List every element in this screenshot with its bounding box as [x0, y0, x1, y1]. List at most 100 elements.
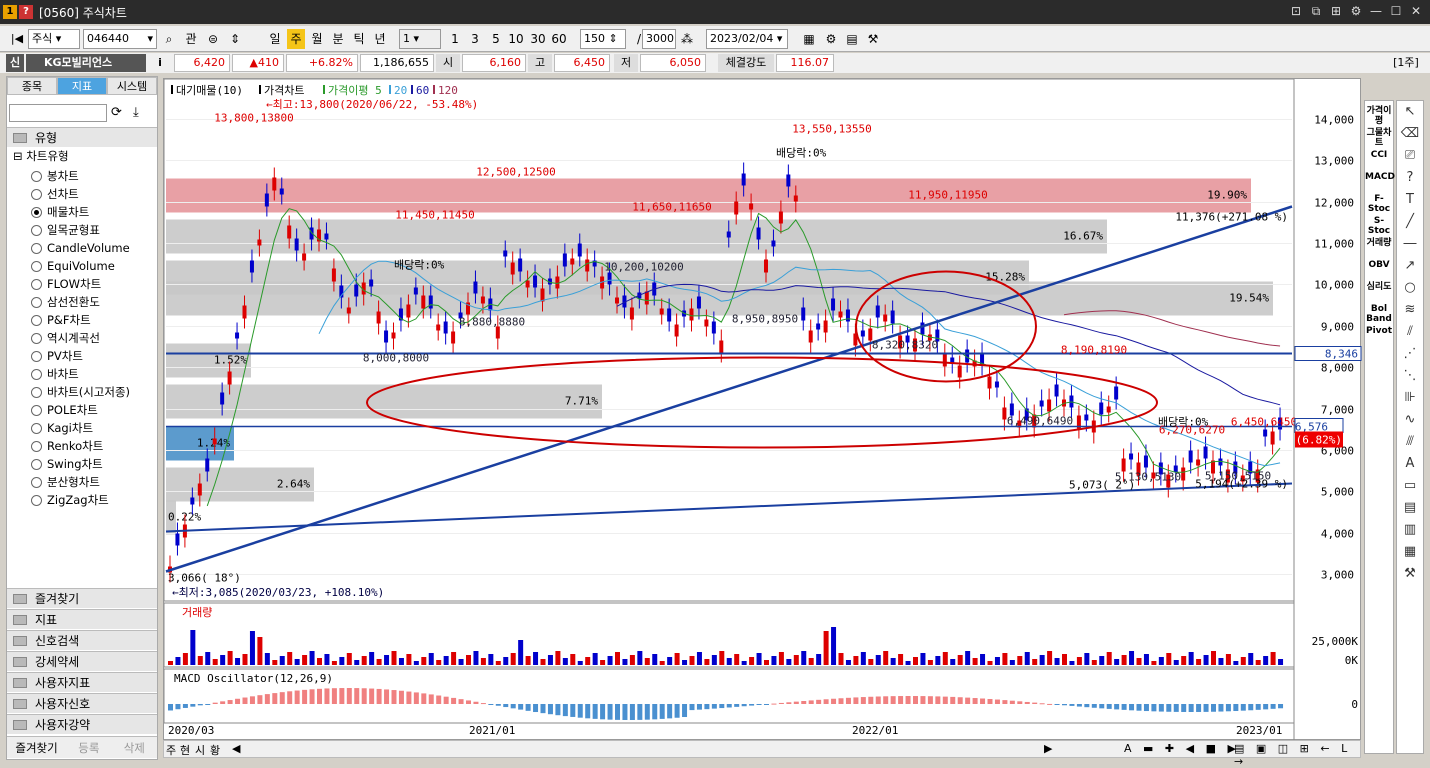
indicator-tool-8[interactable]: 심리도	[1365, 281, 1393, 303]
chart-type-item[interactable]: 역시계곡선	[31, 329, 100, 347]
info-icon[interactable]: i	[154, 54, 166, 72]
wave-icon[interactable]: ∿	[1397, 409, 1423, 431]
settings-icon[interactable]: ⚙	[822, 29, 840, 49]
quick-30[interactable]: 30	[529, 29, 547, 49]
line-icon[interactable]: ╱	[1397, 211, 1423, 233]
interval-select[interactable]: 1 ▾	[399, 29, 441, 49]
app-badge-help[interactable]: ?	[19, 5, 33, 19]
chart-type-item[interactable]: 매물차트	[31, 203, 89, 221]
period-year[interactable]: 년	[371, 29, 389, 49]
indicator-tool-0[interactable]: 가격이평	[1365, 105, 1393, 127]
delete-button[interactable]: 삭제	[112, 737, 157, 758]
chart-type-item[interactable]: CandleVolume	[31, 239, 130, 257]
zoom-controls[interactable]: A ▬ ✚ ◀ ■ ▶	[1124, 742, 1240, 755]
chart-area[interactable]: 19.90%16.67%15.28%19.54%7.71%1.24%2.64%1…	[163, 78, 1362, 741]
minimize-button[interactable]: —	[1368, 3, 1384, 19]
indicator-tool-2[interactable]: CCI	[1365, 149, 1393, 171]
maximize-button[interactable]: ☐	[1388, 3, 1404, 19]
chart-type-item[interactable]: FLOW차트	[31, 275, 101, 293]
chart-type-item[interactable]: 선차트	[31, 185, 79, 203]
chart-icon[interactable]: ▦	[800, 29, 818, 49]
chart-type-item[interactable]: 일목균형표	[31, 221, 100, 239]
bottom-tab-2[interactable]: 시	[195, 742, 205, 758]
refresh-icon[interactable]: ⟳	[111, 105, 122, 120]
gwan-button[interactable]: 관	[182, 29, 200, 49]
copy-icon[interactable]: ⧉	[1308, 3, 1324, 19]
download-icon[interactable]: ⤓	[133, 105, 139, 120]
quick-10[interactable]: 10	[507, 29, 525, 49]
cursor-icon[interactable]: ↖	[1397, 101, 1423, 123]
indicator-tool-9[interactable]: Bol Band	[1365, 303, 1393, 325]
chart-type-item[interactable]: 바차트(시고저종)	[31, 383, 130, 401]
period-week[interactable]: 주	[287, 29, 305, 49]
indicator-tool-5[interactable]: S-Stoc	[1365, 215, 1393, 237]
tab-system[interactable]: 시스템	[107, 77, 157, 95]
section-6[interactable]: 사용자강약	[7, 714, 157, 734]
cycle-icon[interactable]: ⊪	[1397, 387, 1423, 409]
circle-icon[interactable]: ○	[1397, 277, 1423, 299]
dw-icon[interactable]: ▦	[1397, 541, 1423, 563]
chart-type-item[interactable]: PV차트	[31, 347, 83, 365]
sync-icon[interactable]: ⊜	[204, 29, 222, 49]
stock-code-input[interactable]: 046440 ▾	[83, 29, 157, 49]
scroll-left-icon[interactable]: ◀	[232, 742, 240, 755]
period-tick[interactable]: 틱	[350, 29, 368, 49]
link-icon[interactable]: ⊡	[1288, 3, 1304, 19]
section-3[interactable]: 강세약세	[7, 651, 157, 671]
fibo-icon[interactable]: ≋	[1397, 299, 1423, 321]
price-panel[interactable]	[163, 78, 1295, 602]
section-4[interactable]: 사용자지표	[7, 672, 157, 692]
quick-1[interactable]: 1	[446, 29, 464, 49]
register-button[interactable]: 등록	[66, 737, 111, 758]
view-controls[interactable]: ▤ ▣ ◫ ⊞ ← L →	[1234, 742, 1360, 768]
updown-icon[interactable]: ⇕	[226, 29, 244, 49]
section-2[interactable]: 신호검색	[7, 630, 157, 650]
period-day[interactable]: 일	[266, 29, 284, 49]
count-input[interactable]: 150 ⇕	[580, 29, 626, 49]
chart-type-item[interactable]: 봉차트	[31, 167, 79, 185]
tools-icon[interactable]: ⚒	[864, 29, 882, 49]
indicator-tool-7[interactable]: OBV	[1365, 259, 1393, 281]
indicator-tool-3[interactable]: MACD	[1365, 171, 1395, 193]
quick-3[interactable]: 3	[466, 29, 484, 49]
bottom-tab-0[interactable]: 주	[166, 742, 176, 758]
favorites-button[interactable]: 즐겨찾기	[7, 737, 66, 758]
chart-type-item[interactable]: ZigZag차트	[31, 491, 109, 509]
chart-type-item[interactable]: Renko차트	[31, 437, 103, 455]
chart-type-item[interactable]: Swing차트	[31, 455, 103, 473]
text-icon[interactable]: T	[1397, 189, 1423, 211]
section-0[interactable]: 즐겨찾기	[7, 588, 157, 608]
indicator-search-input[interactable]	[9, 104, 107, 122]
help-icon[interactable]: ?	[1397, 167, 1423, 189]
save-icon[interactable]: ▤	[843, 29, 861, 49]
section-1[interactable]: 지표	[7, 609, 157, 629]
period-month[interactable]: 월	[308, 29, 326, 49]
chart-type-item[interactable]: 바차트	[31, 365, 79, 383]
gear-icon[interactable]: ⚙	[1348, 3, 1364, 19]
bottom-tab-3[interactable]: 황	[210, 742, 220, 758]
chart-type-item[interactable]: POLE차트	[31, 401, 98, 419]
all-icon[interactable]: ⎚	[1397, 145, 1423, 167]
tree-root[interactable]: ⊟ 차트유형	[13, 148, 69, 164]
total-input[interactable]: 3000	[642, 29, 676, 49]
section-5[interactable]: 사용자신호	[7, 693, 157, 713]
indicator-tool-6[interactable]: 거래량	[1365, 237, 1393, 259]
gann-icon[interactable]: ⋰	[1397, 343, 1423, 365]
indicator-tool-4[interactable]: F-Stoc	[1365, 193, 1393, 215]
auto-icon[interactable]: A	[1397, 453, 1423, 475]
tool-icon[interactable]: ⚒	[1397, 563, 1423, 585]
arrow-icon[interactable]: ↗	[1397, 255, 1423, 277]
close-button[interactable]: ✕	[1408, 3, 1424, 19]
grid-icon[interactable]: ⁂	[678, 29, 696, 49]
stock-name[interactable]: KG모빌리언스	[26, 54, 146, 72]
bottom-tab-1[interactable]: 현	[180, 742, 190, 758]
quick-60[interactable]: 60	[550, 29, 568, 49]
eraser-icon[interactable]: ⌫	[1397, 123, 1423, 145]
hline-icon[interactable]: ―	[1397, 233, 1423, 255]
chart-type-item[interactable]: EquiVolume	[31, 257, 115, 275]
pitch-icon[interactable]: ⫻	[1397, 431, 1423, 453]
chart-type-item[interactable]: 삼선전환도	[31, 293, 100, 311]
date-input[interactable]: 2023/02/04 ▾	[706, 29, 788, 49]
indicator-tool-1[interactable]: 그물차트	[1365, 127, 1393, 149]
section-type[interactable]: 유형	[7, 127, 157, 147]
